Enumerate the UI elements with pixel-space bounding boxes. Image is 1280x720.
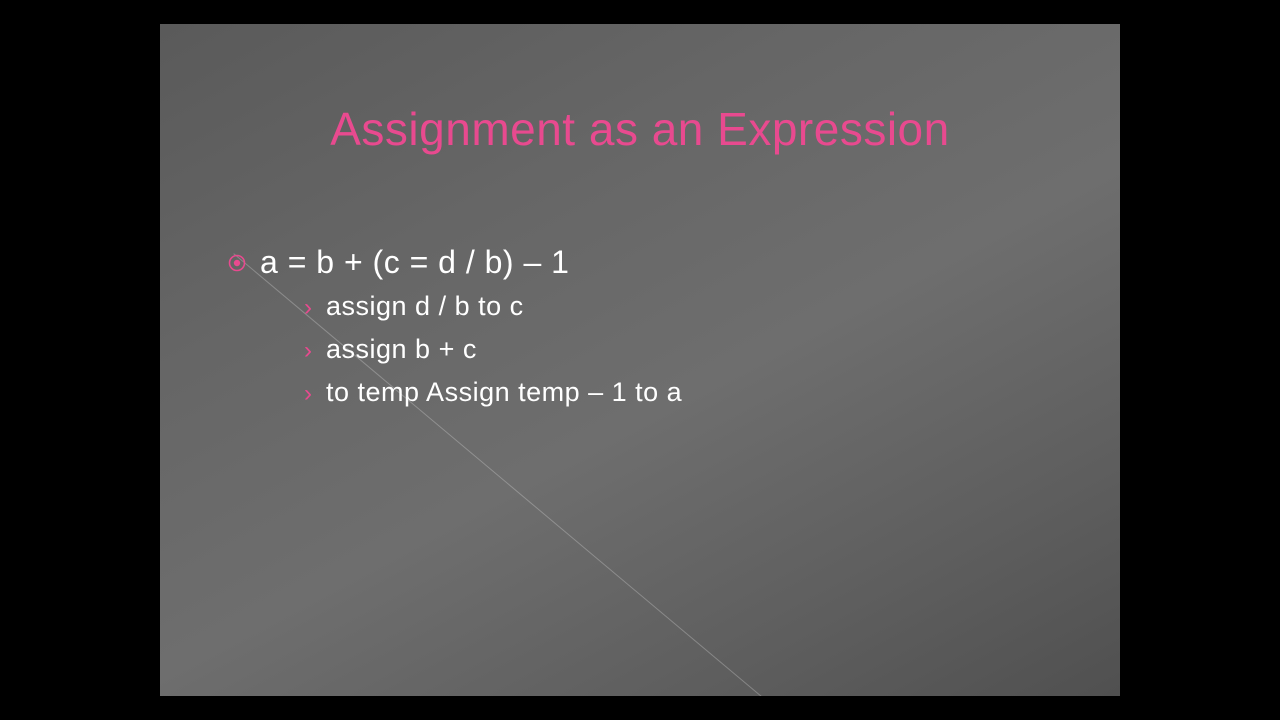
bullet-item: a = b + (c = d / b) – 1 bbox=[228, 244, 1080, 281]
sub-item-text: assign b + c bbox=[326, 334, 477, 365]
chevron-icon: › bbox=[304, 380, 312, 408]
slide: Assignment as an Expression a = b + (c =… bbox=[160, 24, 1120, 696]
sub-item: › assign b + c bbox=[304, 334, 1080, 365]
bullet-circle-icon bbox=[228, 254, 246, 272]
sub-item-text: to temp Assign temp – 1 to a bbox=[326, 377, 682, 408]
chevron-icon: › bbox=[304, 337, 312, 365]
slide-title: Assignment as an Expression bbox=[160, 102, 1120, 156]
bullet-text: a = b + (c = d / b) – 1 bbox=[260, 244, 569, 281]
sub-list: › assign d / b to c › assign b + c › to … bbox=[304, 291, 1080, 408]
sub-item: › assign d / b to c bbox=[304, 291, 1080, 322]
sub-item: › to temp Assign temp – 1 to a bbox=[304, 377, 1080, 408]
sub-item-text: assign d / b to c bbox=[326, 291, 524, 322]
chevron-icon: › bbox=[304, 294, 312, 322]
slide-content: a = b + (c = d / b) – 1 › assign d / b t… bbox=[228, 244, 1080, 420]
